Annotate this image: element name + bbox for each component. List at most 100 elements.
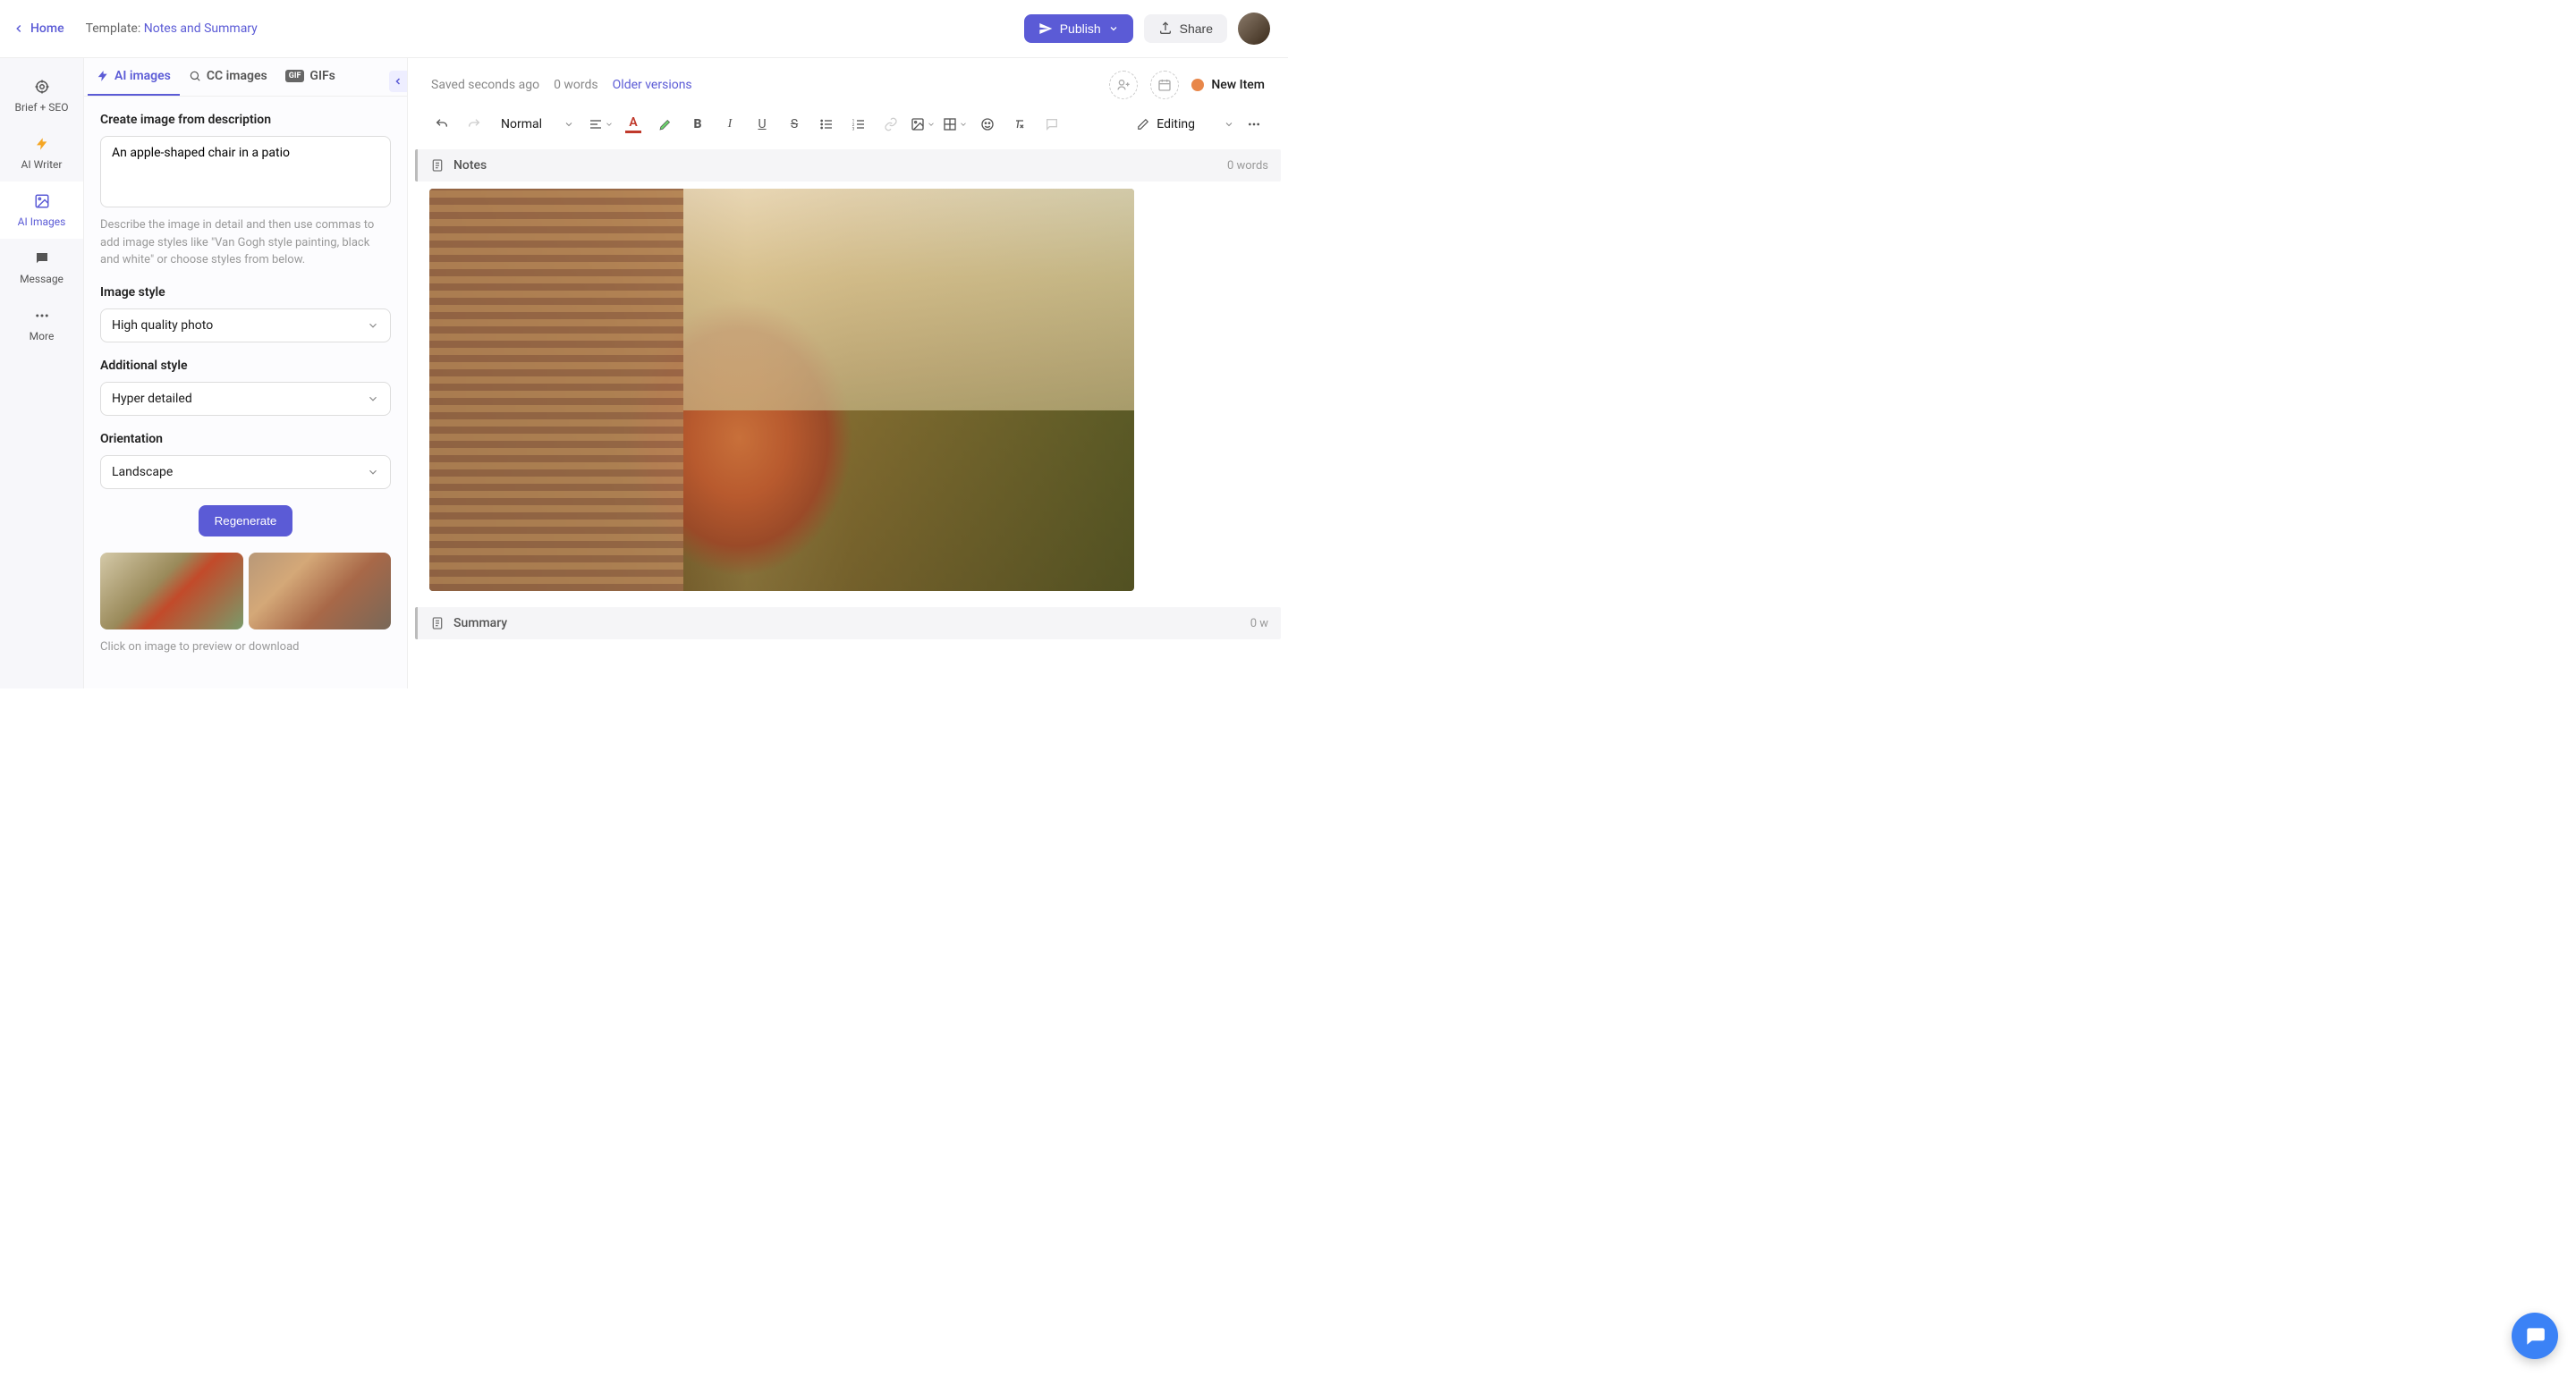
chevron-left-icon <box>393 76 403 87</box>
chevron-down-icon <box>605 120 614 129</box>
chevron-down-icon <box>367 466 379 478</box>
topbar-right: Publish Share <box>1024 13 1270 45</box>
chevron-down-icon <box>367 393 379 405</box>
new-item-label[interactable]: New Item <box>1191 78 1265 92</box>
calendar-icon <box>1157 78 1172 92</box>
image-style-select[interactable]: High quality photo <box>100 308 391 342</box>
rail-label: AI Images <box>18 215 66 228</box>
section-word-count: 0 words <box>1227 159 1268 173</box>
comment-button[interactable] <box>1039 112 1064 137</box>
template-row: Template: Notes and Summary <box>86 21 258 36</box>
comment-icon <box>1045 117 1059 131</box>
document-area[interactable]: Notes 0 words Summary 0 w <box>408 146 1288 688</box>
image-insert-group[interactable] <box>911 117 936 131</box>
save-status: Saved seconds ago <box>431 78 539 92</box>
editor-toolbar: Normal A B I U S 123 <box>408 106 1288 146</box>
link-icon <box>884 117 898 131</box>
more-toolbar-button[interactable] <box>1241 112 1267 137</box>
panel-collapse-button[interactable] <box>389 71 407 92</box>
link-button[interactable] <box>878 112 903 137</box>
select-value: Landscape <box>112 465 173 479</box>
chat-fab[interactable] <box>2512 1313 2558 1359</box>
rail-label: More <box>30 330 55 342</box>
main-top-right: New Item <box>1109 71 1265 99</box>
new-item-text: New Item <box>1211 78 1265 92</box>
tab-label: AI images <box>114 69 171 83</box>
format-select[interactable]: Normal <box>494 114 581 135</box>
italic-button[interactable]: I <box>717 112 742 137</box>
publish-label: Publish <box>1060 21 1101 36</box>
thumb-hint: Click on image to preview or download <box>100 638 391 656</box>
gif-badge-icon: GIF <box>285 70 305 82</box>
clear-format-button[interactable] <box>1007 112 1032 137</box>
undo-icon <box>435 117 449 131</box>
rail-label: AI Writer <box>21 158 63 171</box>
status-dot <box>1191 79 1204 91</box>
highlight-button[interactable] <box>653 112 678 137</box>
editing-mode-select[interactable]: Editing <box>1137 117 1234 131</box>
rail-ai-images[interactable]: AI Images <box>0 182 83 239</box>
note-icon <box>430 158 445 173</box>
tab-cc-images[interactable]: CC images <box>180 58 276 96</box>
topbar-left: Home Template: Notes and Summary <box>13 21 258 36</box>
bold-button[interactable]: B <box>685 112 710 137</box>
table-insert-group[interactable] <box>943 117 968 131</box>
inserted-image[interactable] <box>429 189 1134 591</box>
tab-gifs[interactable]: GIF GIFs <box>276 58 344 96</box>
rail-label: Brief + SEO <box>15 101 69 114</box>
select-value: Hyper detailed <box>112 392 192 406</box>
create-label: Create image from description <box>100 113 391 127</box>
redo-button[interactable] <box>462 112 487 137</box>
format-value: Normal <box>501 117 542 131</box>
tab-ai-images[interactable]: AI images <box>88 58 180 96</box>
emoji-button[interactable] <box>975 112 1000 137</box>
thumbnails <box>100 553 391 629</box>
note-icon <box>430 616 445 630</box>
publish-button[interactable]: Publish <box>1024 14 1133 43</box>
svg-text:3: 3 <box>852 127 855 131</box>
word-count-top: 0 words <box>554 78 598 92</box>
strike-button[interactable]: S <box>782 112 807 137</box>
home-link[interactable]: Home <box>13 21 64 36</box>
thumbnail-2[interactable] <box>249 553 392 629</box>
save-row: Saved seconds ago 0 words Older versions <box>431 78 692 92</box>
user-plus-icon <box>1116 78 1131 92</box>
numbered-list-button[interactable]: 123 <box>846 112 871 137</box>
bolt-icon <box>97 70 109 82</box>
avatar[interactable] <box>1238 13 1270 45</box>
add-user-button[interactable] <box>1109 71 1138 99</box>
emoji-icon <box>980 117 995 131</box>
chevron-down-icon <box>367 319 379 332</box>
additional-style-label: Additional style <box>100 359 391 373</box>
prompt-helper: Describe the image in detail and then us… <box>100 216 391 269</box>
calendar-button[interactable] <box>1150 71 1179 99</box>
underline-button[interactable]: U <box>750 112 775 137</box>
share-button[interactable]: Share <box>1144 14 1227 43</box>
orientation-label: Orientation <box>100 432 391 446</box>
rail-ai-writer[interactable]: AI Writer <box>0 124 83 182</box>
pencil-icon <box>1137 118 1149 131</box>
table-icon <box>943 117 957 131</box>
regenerate-button[interactable]: Regenerate <box>199 505 293 536</box>
align-group[interactable] <box>589 117 614 131</box>
redo-icon <box>467 117 481 131</box>
older-versions-link[interactable]: Older versions <box>613 78 692 92</box>
section-word-count: 0 w <box>1250 617 1268 630</box>
rail-brief-seo[interactable]: Brief + SEO <box>0 67 83 124</box>
additional-style-select[interactable]: Hyper detailed <box>100 382 391 416</box>
section-title: Notes <box>453 158 487 173</box>
prompt-input[interactable] <box>100 136 391 207</box>
bullet-list-icon <box>819 117 834 131</box>
share-label: Share <box>1180 21 1213 36</box>
thumbnail-1[interactable] <box>100 553 243 629</box>
section-notes-header[interactable]: Notes 0 words <box>415 149 1281 182</box>
bullet-list-button[interactable] <box>814 112 839 137</box>
template-name[interactable]: Notes and Summary <box>144 21 258 36</box>
orientation-select[interactable]: Landscape <box>100 455 391 489</box>
text-color-button[interactable]: A <box>621 112 646 137</box>
undo-button[interactable] <box>429 112 454 137</box>
dots-icon <box>1247 117 1261 131</box>
rail-message[interactable]: Message <box>0 239 83 296</box>
section-summary-header[interactable]: Summary 0 w <box>415 607 1281 639</box>
rail-more[interactable]: More <box>0 296 83 353</box>
